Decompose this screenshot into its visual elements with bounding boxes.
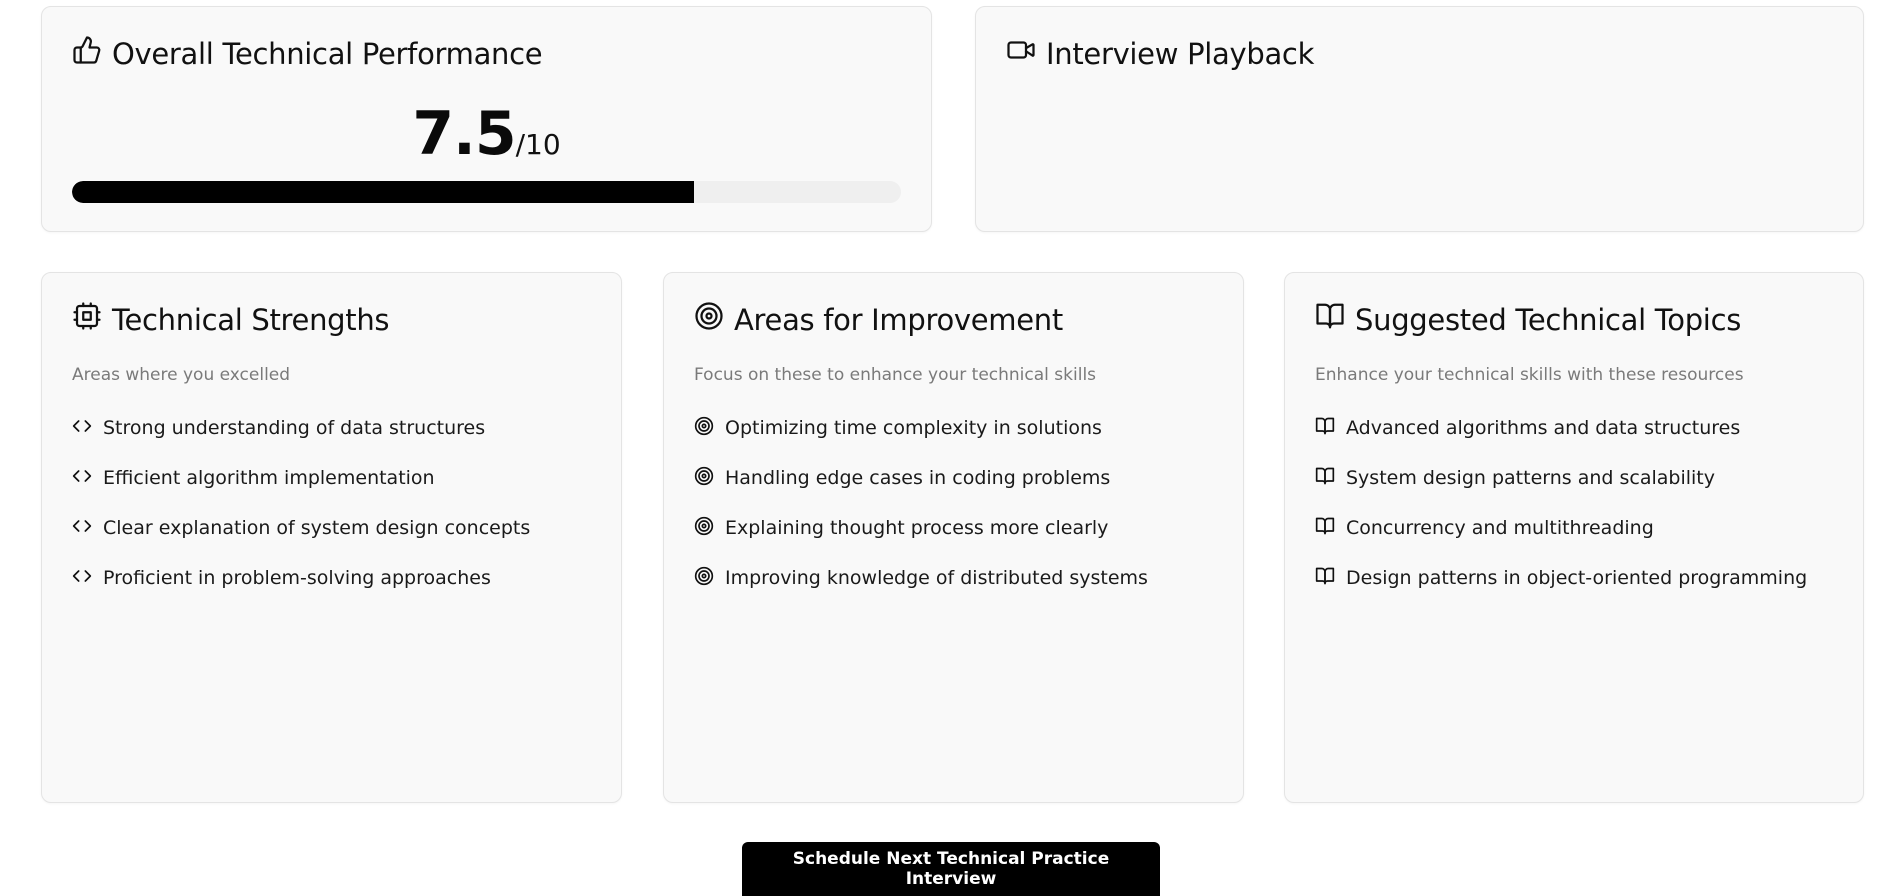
list-item-text: Explaining thought process more clearly [725,517,1109,539]
book-open-icon [1315,466,1335,491]
strengths-title: Technical Strengths [72,301,390,338]
strengths-subtitle: Areas where you excelled [72,365,291,385]
list-item: System design patterns and scalability [1315,453,1807,503]
target-icon [694,516,714,541]
strengths-card: Technical Strengths Areas where you exce… [41,272,622,803]
list-item: Handling edge cases in coding problems [694,453,1148,503]
performance-card: Overall Technical Performance 7.5/10 [41,6,932,232]
list-item: Concurrency and multithreading [1315,503,1807,553]
performance-title-text: Overall Technical Performance [112,36,543,71]
score-progress-bar [72,181,901,203]
target-icon [694,466,714,491]
list-item: Optimizing time complexity in solutions [694,403,1148,453]
score-display: 7.5/10 [42,99,931,169]
book-open-icon [1315,416,1335,441]
code-icon [72,466,92,491]
topics-title-text: Suggested Technical Topics [1355,302,1742,337]
list-item: Efficient algorithm implementation [72,453,530,503]
list-item-text: Concurrency and multithreading [1346,517,1654,539]
strengths-list: Strong understanding of data structures … [72,403,530,603]
list-item-text: Handling edge cases in coding problems [725,467,1111,489]
list-item-text: Design patterns in object-oriented progr… [1346,567,1808,589]
book-open-icon [1315,516,1335,541]
improvement-title-text: Areas for Improvement [734,302,1063,337]
list-item-text: Strong understanding of data structures [103,417,486,439]
target-icon [694,566,714,591]
list-item: Proficient in problem-solving approaches [72,553,530,603]
list-item-text: Optimizing time complexity in solutions [725,417,1102,439]
performance-title: Overall Technical Performance [72,35,543,72]
playback-title-text: Interview Playback [1046,36,1315,71]
improvement-card: Areas for Improvement Focus on these to … [663,272,1244,803]
schedule-interview-button[interactable]: Schedule Next Technical Practice Intervi… [742,842,1160,896]
book-open-icon [1315,566,1335,591]
code-icon [72,516,92,541]
list-item-text: Clear explanation of system design conce… [103,517,531,539]
playback-title: Interview Playback [1006,35,1314,72]
thumbs-up-icon [72,35,102,72]
improvement-subtitle: Focus on these to enhance your technical… [694,365,1097,385]
improvement-title: Areas for Improvement [694,301,1063,338]
cpu-icon [72,301,102,338]
code-icon [72,566,92,591]
list-item: Improving knowledge of distributed syste… [694,553,1148,603]
topics-subtitle: Enhance your technical skills with these… [1315,365,1744,385]
playback-card: Interview Playback [975,6,1864,232]
list-item-text: Improving knowledge of distributed syste… [725,567,1148,589]
target-icon [694,416,714,441]
topics-title: Suggested Technical Topics [1315,301,1741,338]
list-item: Strong understanding of data structures [72,403,530,453]
list-item-text: Advanced algorithms and data structures [1346,417,1741,439]
strengths-title-text: Technical Strengths [112,302,390,337]
score-progress-fill [72,181,694,203]
code-icon [72,416,92,441]
list-item: Explaining thought process more clearly [694,503,1148,553]
book-open-icon [1315,301,1345,338]
list-item: Design patterns in object-oriented progr… [1315,553,1807,603]
list-item: Clear explanation of system design conce… [72,503,530,553]
list-item-text: System design patterns and scalability [1346,467,1715,489]
list-item-text: Efficient algorithm implementation [103,467,435,489]
improvement-list: Optimizing time complexity in solutions … [694,403,1148,603]
list-item: Advanced algorithms and data structures [1315,403,1807,453]
list-item-text: Proficient in problem-solving approaches [103,567,491,589]
topics-list: Advanced algorithms and data structures … [1315,403,1807,603]
score-max: /10 [515,128,561,161]
score-value: 7.5 [412,99,516,169]
topics-card: Suggested Technical Topics Enhance your … [1284,272,1864,803]
target-icon [694,301,724,338]
video-camera-icon [1006,35,1036,72]
